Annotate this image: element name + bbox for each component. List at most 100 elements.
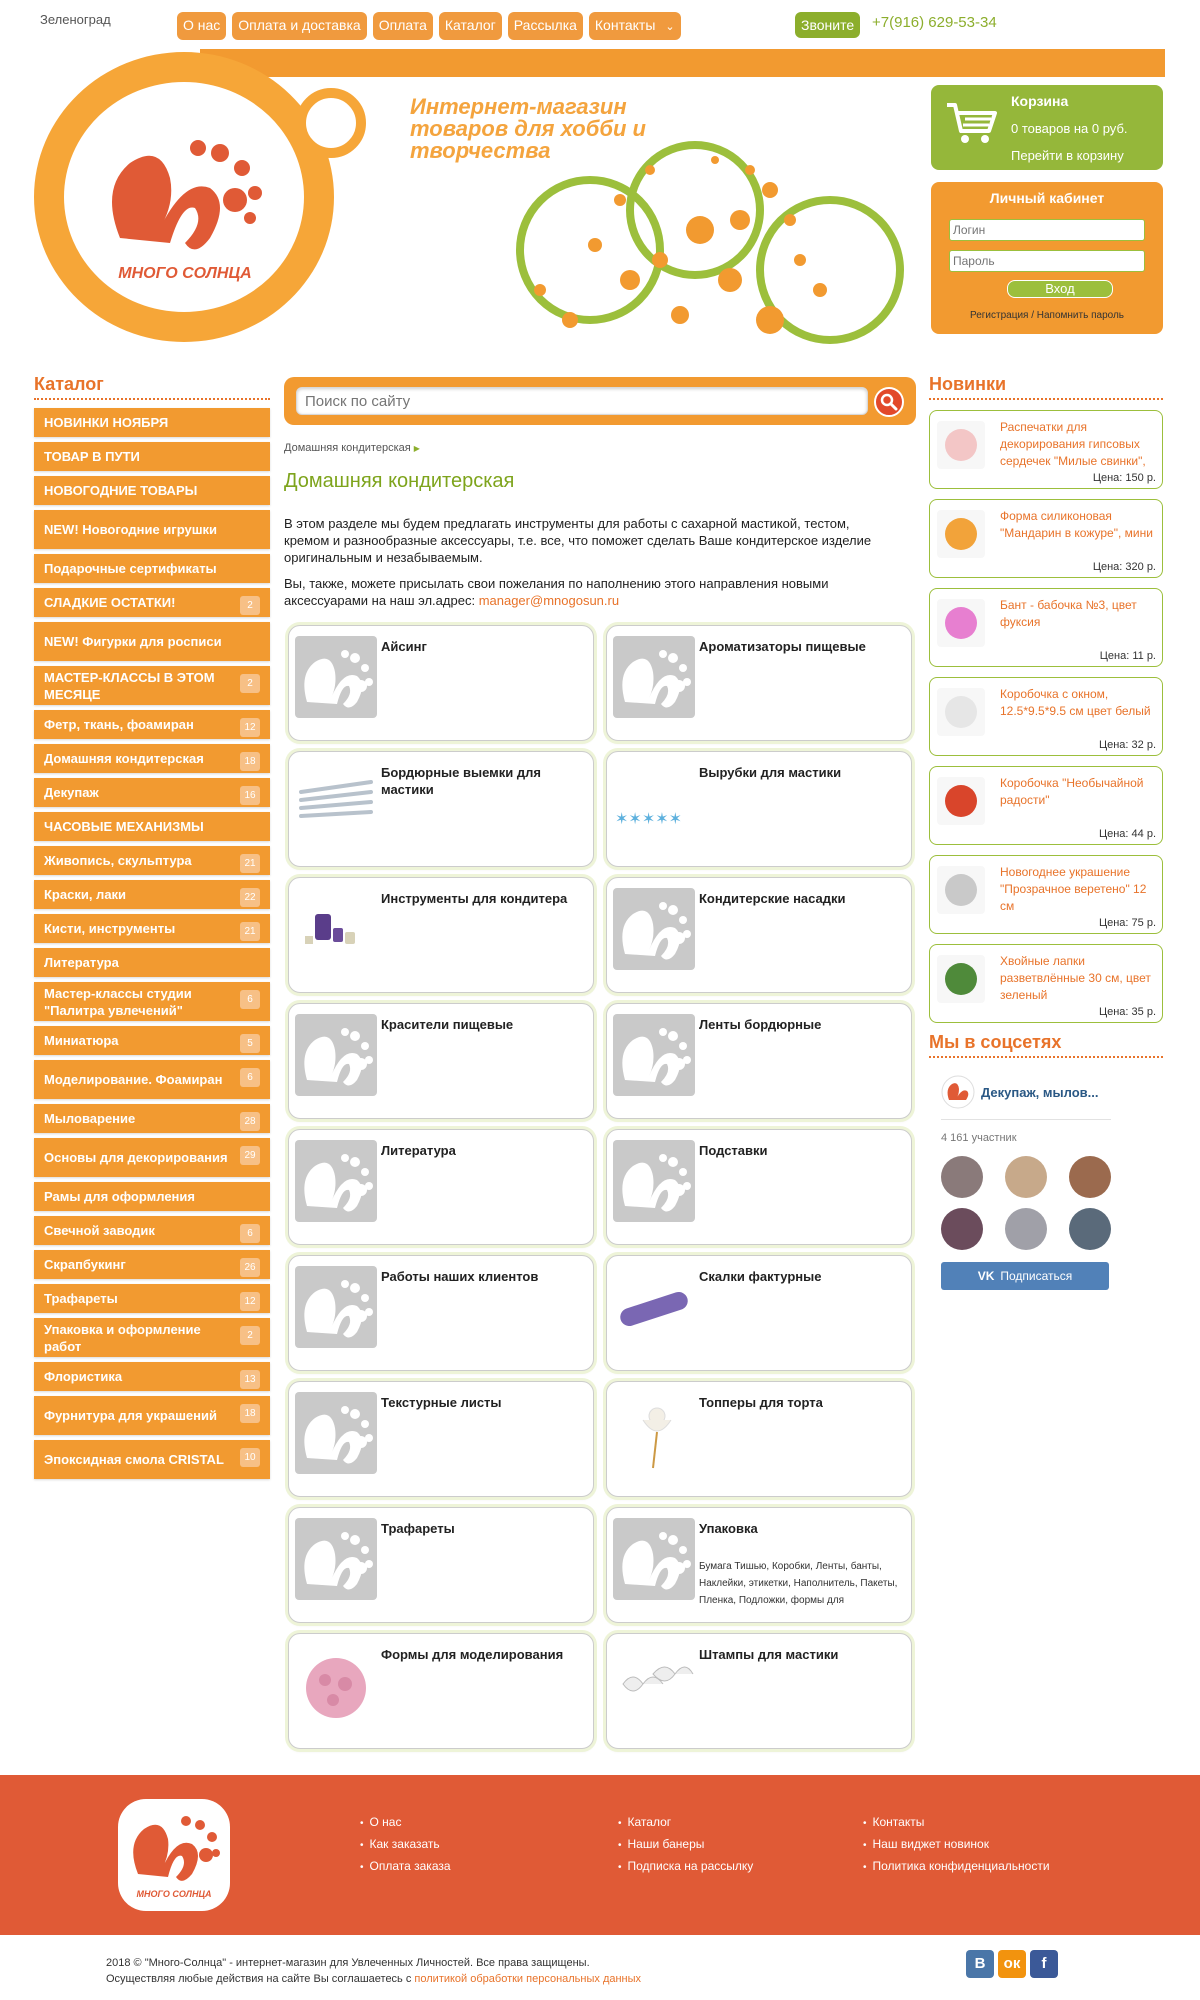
member-avatar[interactable] bbox=[1005, 1156, 1047, 1198]
category-card[interactable]: Подставки bbox=[606, 1129, 912, 1245]
category-name[interactable]: Подставки bbox=[699, 1142, 909, 1159]
category-name[interactable]: Упаковка bbox=[699, 1520, 909, 1537]
category-card[interactable]: Айсинг bbox=[288, 625, 594, 741]
call-button[interactable]: Звоните bbox=[795, 12, 861, 38]
category-name[interactable]: Формы для моделирования bbox=[381, 1646, 591, 1663]
category-name[interactable]: Вырубки для мастики bbox=[699, 764, 909, 781]
footer-link-banners[interactable]: Наши банеры bbox=[618, 1837, 753, 1851]
logo-thumbnail-icon[interactable] bbox=[613, 1518, 695, 1600]
sidebar-item[interactable]: Флористика 13 bbox=[34, 1362, 270, 1391]
logo-thumbnail-icon[interactable] bbox=[613, 636, 695, 718]
sidebar-item[interactable]: Моделирование. Фоамиран 6 bbox=[34, 1060, 270, 1099]
category-card[interactable]: Текстурные листы bbox=[288, 1381, 594, 1497]
nav-about[interactable]: О нас bbox=[177, 12, 227, 40]
vk-icon[interactable]: В bbox=[966, 1950, 994, 1978]
sidebar-item[interactable]: Трафареты 12 bbox=[34, 1284, 270, 1313]
logo-thumbnail-icon[interactable] bbox=[295, 1392, 377, 1474]
member-avatar[interactable] bbox=[941, 1156, 983, 1198]
sidebar-item[interactable]: NEW! Фигурки для росписи bbox=[34, 622, 270, 661]
category-name[interactable]: Инструменты для кондитера bbox=[381, 890, 591, 907]
product-thumbnail-icon[interactable] bbox=[935, 775, 987, 827]
news-item-name[interactable]: Новогоднее украшение "Прозрачное веретен… bbox=[1000, 864, 1158, 915]
category-name[interactable]: Скалки фактурные bbox=[699, 1268, 909, 1285]
sidebar-item[interactable]: Рамы для оформления bbox=[34, 1182, 270, 1211]
breadcrumb-item[interactable]: Домашняя кондитерская bbox=[284, 442, 411, 454]
search-input[interactable] bbox=[296, 387, 868, 415]
sidebar-item[interactable]: Литература bbox=[34, 948, 270, 977]
sidebar-item[interactable]: Декупаж 16 bbox=[34, 778, 270, 807]
category-name[interactable]: Ароматизаторы пищевые bbox=[699, 638, 909, 655]
sidebar-item[interactable]: Эпоксидная смола CRISTAL 10 bbox=[34, 1440, 270, 1479]
sidebar-item[interactable]: Живопись, скульптура 21 bbox=[34, 846, 270, 875]
category-card[interactable]: Штампы для мастики bbox=[606, 1633, 912, 1749]
sidebar-item[interactable]: Подарочные сертификаты bbox=[34, 554, 270, 583]
nav-payment-delivery[interactable]: Оплата и доставка bbox=[232, 12, 367, 40]
sidebar-item[interactable]: Основы для декорирования 29 bbox=[34, 1138, 270, 1177]
category-name[interactable]: Кондитерские насадки bbox=[699, 890, 909, 907]
category-name[interactable]: Работы наших клиентов bbox=[381, 1268, 591, 1285]
sidebar-item[interactable]: ЧАСОВЫЕ МЕХАНИЗМЫ bbox=[34, 812, 270, 841]
news-item-name[interactable]: Коробочка с окном, 12.5*9.5*9.5 см цвет … bbox=[1000, 686, 1158, 720]
sidebar-item[interactable]: Мыловарение 28 bbox=[34, 1104, 270, 1133]
sidebar-item[interactable]: МАСТЕР-КЛАССЫ В ЭТОМ МЕСЯЦЕ 2 bbox=[34, 666, 270, 705]
sticks-thumbnail-icon[interactable] bbox=[295, 762, 377, 844]
sidebar-item[interactable]: Миниатюра 5 bbox=[34, 1026, 270, 1055]
nav-newsletter[interactable]: Рассылка bbox=[507, 12, 583, 40]
logo-thumbnail-icon[interactable] bbox=[613, 1014, 695, 1096]
mold-thumbnail-icon[interactable] bbox=[295, 1644, 377, 1726]
logo-thumbnail-icon[interactable] bbox=[295, 1266, 377, 1348]
sidebar-item[interactable]: ТОВАР В ПУТИ bbox=[34, 442, 270, 471]
footer-link-subscribe[interactable]: Подписка на рассылку bbox=[618, 1859, 754, 1873]
footer-link-payment[interactable]: Оплата заказа bbox=[360, 1859, 451, 1873]
footer-link-contacts[interactable]: Контакты bbox=[863, 1815, 1050, 1829]
news-item[interactable]: Коробочка "Необычайной радости" Цена: 44 … bbox=[929, 766, 1163, 845]
category-name[interactable]: Текстурные листы bbox=[381, 1394, 591, 1411]
sidebar-item[interactable]: Скрапбукинг 26 bbox=[34, 1250, 270, 1279]
vk-subscribe-button[interactable]: VK Подписаться bbox=[941, 1262, 1109, 1290]
category-name[interactable]: Штампы для мастики bbox=[699, 1646, 909, 1663]
news-item-name[interactable]: Хвойные лапки разветвлённые 30 см, цвет … bbox=[1000, 953, 1158, 1004]
logo-thumbnail-icon[interactable] bbox=[613, 888, 695, 970]
category-card[interactable]: Скалки фактурные bbox=[606, 1255, 912, 1371]
logo-thumbnail-icon[interactable] bbox=[295, 1140, 377, 1222]
product-thumbnail-icon[interactable] bbox=[935, 597, 987, 649]
sidebar-item[interactable]: Фетр, ткань, фоамиран 12 bbox=[34, 710, 270, 739]
bows-thumbnail-icon[interactable] bbox=[613, 1644, 695, 1726]
category-card[interactable]: Ароматизаторы пищевые bbox=[606, 625, 912, 741]
member-avatar[interactable] bbox=[1005, 1208, 1047, 1250]
password-input[interactable] bbox=[949, 250, 1145, 272]
logo-thumbnail-icon[interactable] bbox=[295, 1014, 377, 1096]
footer-link-privacy[interactable]: Политика конфиденциальности bbox=[863, 1859, 1050, 1873]
vk-group-name[interactable]: Декупаж, мылов... bbox=[981, 1085, 1098, 1100]
sidebar-item[interactable]: NEW! Новогодние игрушки bbox=[34, 510, 270, 549]
news-item[interactable]: Форма силиконовая "Мандарин в кожуре", м… bbox=[929, 499, 1163, 578]
category-card[interactable]: Красители пищевые bbox=[288, 1003, 594, 1119]
sidebar-item[interactable]: Домашняя кондитерская 18 bbox=[34, 744, 270, 773]
category-name[interactable]: Литература bbox=[381, 1142, 591, 1159]
category-card[interactable]: Ленты бордюрные bbox=[606, 1003, 912, 1119]
member-avatar[interactable] bbox=[941, 1208, 983, 1250]
category-card[interactable]: Бордюрные выемки для мастики bbox=[288, 751, 594, 867]
category-card[interactable]: Формы для моделирования bbox=[288, 1633, 594, 1749]
category-card[interactable]: Трафареты bbox=[288, 1507, 594, 1623]
footer-link-how-to-order[interactable]: Как заказать bbox=[360, 1837, 451, 1851]
product-thumbnail-icon[interactable] bbox=[935, 508, 987, 560]
logo-thumbnail-icon[interactable] bbox=[295, 1518, 377, 1600]
category-subcategories[interactable]: Бумага Тишью, Коробки, Ленты, банты, Нак… bbox=[699, 1558, 911, 1609]
category-name[interactable]: Айсинг bbox=[381, 638, 591, 655]
nav-payment[interactable]: Оплата bbox=[372, 12, 433, 40]
nav-contacts[interactable]: Контакты ⌄ bbox=[588, 12, 681, 40]
login-input[interactable] bbox=[949, 219, 1145, 241]
category-name[interactable]: Ленты бордюрные bbox=[699, 1016, 909, 1033]
vk-group-header[interactable]: Декупаж, мылов... bbox=[941, 1075, 1111, 1120]
roller-thumbnail-icon[interactable] bbox=[613, 1266, 695, 1348]
sidebar-item[interactable]: Краски, лаки 22 bbox=[34, 880, 270, 909]
category-name[interactable]: Топперы для торта bbox=[699, 1394, 909, 1411]
footer-link-widget[interactable]: Наш виджет новинок bbox=[863, 1837, 1050, 1851]
sidebar-item[interactable]: Свечной заводик 6 bbox=[34, 1216, 270, 1245]
sidebar-item[interactable]: НОВИНКИ НОЯБРЯ bbox=[34, 408, 270, 437]
category-name[interactable]: Красители пищевые bbox=[381, 1016, 591, 1033]
sidebar-item[interactable]: СЛАДКИЕ ОСТАТКИ! 2 bbox=[34, 588, 270, 617]
news-item[interactable]: Хвойные лапки разветвлённые 30 см, цвет … bbox=[929, 944, 1163, 1023]
member-avatar[interactable] bbox=[1069, 1208, 1111, 1250]
